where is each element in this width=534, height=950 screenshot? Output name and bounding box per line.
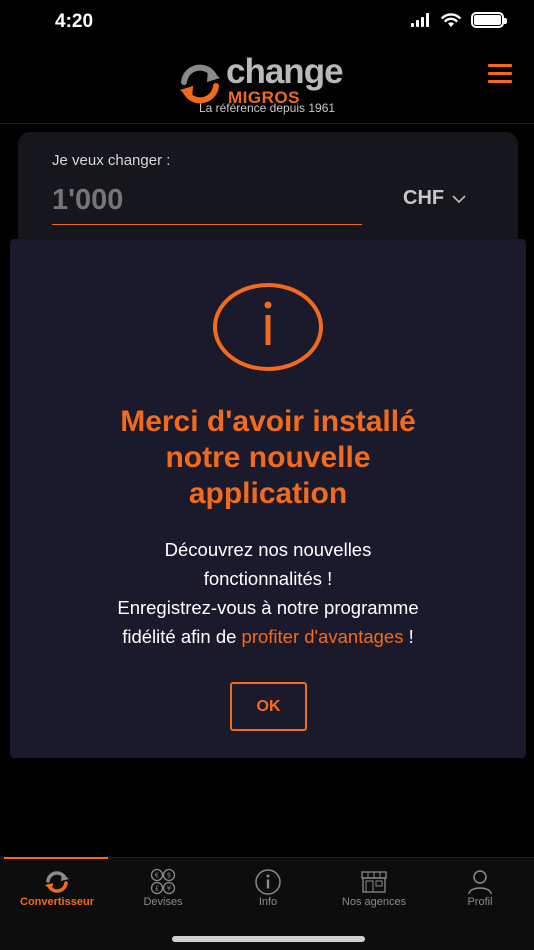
store-icon [361, 871, 387, 893]
signal-icon [411, 13, 429, 27]
currencies-icon: € $ £ ¥ [150, 868, 176, 895]
benefits-link[interactable]: profiter d'avantages [242, 626, 404, 647]
currency-select[interactable]: CHF [403, 187, 466, 210]
app-screen: 4:20 change MIGROS La référence depuis 1… [0, 0, 534, 950]
svg-text:£: £ [155, 885, 159, 893]
svg-text:$: $ [167, 872, 171, 880]
battery-icon [471, 12, 507, 28]
home-indicator[interactable] [172, 936, 365, 942]
status-time: 4:20 [55, 11, 94, 32]
app-header: change MIGROS La référence depuis 1961 [0, 44, 534, 124]
converter-label: Je veux changer : [52, 152, 171, 169]
amount-input[interactable] [52, 177, 362, 225]
modal-message: Découvrez nos nouvelles fonctionnalités … [117, 539, 419, 647]
status-icons [411, 12, 507, 28]
info-icon [213, 283, 323, 371]
nav-item-agences[interactable]: Nos agences [321, 858, 427, 918]
converter-card: Je veux changer : CHF [18, 132, 518, 250]
nav-item-info[interactable]: Info [215, 858, 321, 918]
user-icon [468, 870, 492, 895]
currency-code: CHF [403, 187, 445, 209]
svg-text:¥: ¥ [167, 885, 172, 893]
nav-item-profil[interactable]: Profil [427, 858, 533, 918]
nav-item-devises[interactable]: € $ £ ¥ Devises [110, 858, 216, 918]
modal-title: Merci d'avoir installé notre nouvelle ap… [120, 405, 416, 510]
exchange-icon [45, 871, 69, 893]
chevron-down-icon [452, 194, 466, 203]
info-nav-icon [255, 869, 281, 895]
tagline: La référence depuis 1961 [198, 101, 336, 115]
welcome-modal: Merci d'avoir installé notre nouvelle ap… [10, 239, 526, 758]
ok-button[interactable]: OK [230, 682, 307, 731]
menu-button[interactable] [488, 64, 514, 84]
nav-item-convertisseur[interactable]: Convertisseur [4, 857, 110, 918]
status-bar: 4:20 [0, 0, 534, 44]
wifi-icon [441, 12, 461, 27]
logo-change-text: change [226, 52, 344, 91]
svg-text:€: € [155, 872, 159, 880]
hamburger-icon [488, 64, 512, 67]
